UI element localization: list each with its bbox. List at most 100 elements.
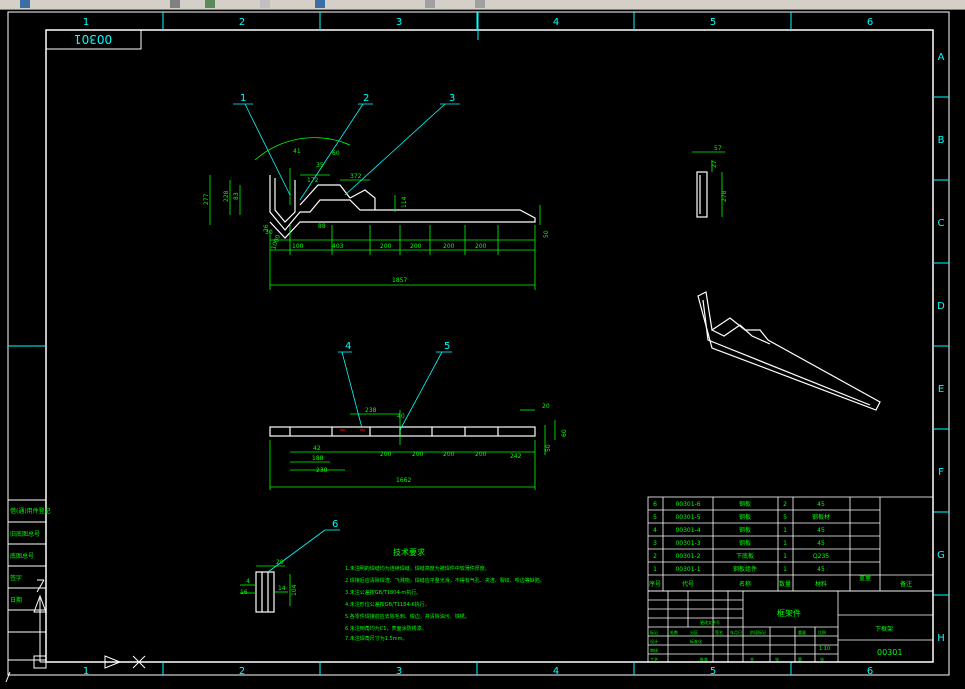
dim-text: 1857: [392, 277, 407, 284]
dim-text: 60: [332, 150, 340, 157]
dim-text: 83: [233, 192, 240, 200]
tb-label: 共: [750, 656, 754, 662]
bom-header-cell: 名称: [739, 580, 751, 588]
bom-header-cell: 材料: [815, 580, 827, 588]
tb-label: 工艺: [650, 657, 658, 662]
dim-text: 26: [263, 224, 270, 232]
bom-cell: 00301-4: [675, 527, 700, 534]
row-label: F: [938, 467, 944, 478]
row-label: G: [937, 550, 945, 561]
bom-cell: 45: [817, 527, 825, 534]
callout-2: 2: [363, 93, 369, 104]
save-icon[interactable]: [20, 0, 30, 8]
col-label: 2: [239, 17, 245, 28]
row-label: H: [937, 633, 945, 644]
bom-cell: 1: [783, 540, 787, 547]
view2-leader-lines: [338, 351, 452, 431]
note-line: 1.未注明的焊缝均为连续焊缝，焊缝高度为被焊件中较薄件厚度。: [345, 565, 490, 572]
bom-cell: 6: [653, 501, 657, 508]
bom-cell: 钢板: [739, 513, 751, 521]
note-line: 3.未注公差按GB/T1804-m执行。: [345, 589, 421, 596]
undo-icon[interactable]: [170, 0, 180, 8]
dim-text: 41: [293, 148, 301, 155]
layer-icon[interactable]: [425, 0, 435, 8]
bom-cell: 00301-6: [675, 501, 700, 508]
bom-cell: 45: [817, 540, 825, 547]
dim-text: 200: [443, 451, 455, 458]
view2-callouts: 4 5: [345, 341, 450, 352]
pan-icon[interactable]: [205, 0, 215, 8]
dim-text: 88: [318, 223, 326, 230]
dim-text: 27: [711, 160, 718, 168]
bom-cell: 3: [653, 540, 657, 547]
tb-label: 审核: [650, 647, 658, 653]
callout-6: 6: [332, 519, 338, 530]
side-view-outline: [696, 171, 708, 218]
drawing-canvas[interactable]: 1 2 3 4 5 6 1 2 3 4 5 6 A B C D E F G H …: [0, 10, 965, 689]
bom-row: 4 00301-4 钢板 1 45: [653, 526, 825, 534]
dim-text: 238: [365, 407, 377, 414]
dim-text: 200: [410, 243, 422, 250]
bom-cell: 钢板: [739, 539, 751, 547]
tb-label: 标准化: [690, 638, 702, 644]
dim-text: 100: [292, 243, 304, 250]
bom-cell: 1: [783, 553, 787, 560]
view1-leader-lines: [233, 103, 460, 201]
dim-text: 42: [313, 445, 321, 452]
col-label: 1: [83, 666, 89, 677]
zone-ticks: [8, 12, 949, 675]
row-label: D: [937, 301, 945, 312]
properties-icon[interactable]: [315, 0, 325, 8]
note-line: 5.各零件焊接前应去除毛刺、锐边，并清除油污、铁锈。: [345, 613, 470, 620]
col-label: 4: [553, 666, 559, 677]
col-label: 2: [239, 666, 245, 677]
bom-cell: 1: [783, 566, 787, 573]
bom-cell: 2: [653, 553, 657, 560]
ucs-icon: [33, 579, 146, 669]
technical-notes: 技术要求 1.未注明的焊缝均为连续焊缝，焊缝高度为被焊件中较薄件厚度。 2.焊接…: [345, 547, 545, 642]
bom-cell: 00301-3: [675, 540, 700, 547]
tb-label: 年月日: [730, 629, 742, 635]
dim-text: 230: [316, 467, 328, 474]
bom-cell: 钢板材: [812, 513, 830, 521]
dim-text: 228: [223, 190, 230, 202]
strip-label: 签字: [10, 574, 22, 582]
col-label: 6: [867, 17, 873, 28]
dim-text: 20: [542, 403, 550, 410]
bom-cell: 4: [653, 527, 657, 534]
bom-row: 6 00301-6 钢板 2 45: [653, 500, 825, 508]
scale-value: 1:10: [819, 646, 830, 652]
company-name: 下框架: [875, 625, 893, 633]
strip-label: 借(通)用件登记: [10, 507, 51, 515]
drawing-code: 00301: [74, 32, 112, 46]
view2-dimension-text: 238 40 20 42 188 230 200 200 200 200 242…: [312, 403, 568, 484]
tb-label: 标记: [650, 629, 658, 635]
tb-label: 签名: [715, 629, 723, 635]
zoom-icon[interactable]: [260, 0, 270, 8]
tb-label: 阶段标记: [750, 629, 766, 635]
section-dimension-text: 20 4 16 14 104: [240, 559, 298, 596]
bom-row: 1 00301-1 钢板组件 1 45: [653, 565, 825, 573]
dim-text: 200: [380, 243, 392, 250]
bom-cell: 钢板组件: [733, 565, 757, 573]
col-label: 5: [710, 17, 716, 28]
row-label: C: [938, 218, 945, 229]
cad-toolbar: [0, 0, 965, 10]
bom-cell: 45: [817, 501, 825, 508]
tb-label: 更改文件号: [700, 619, 720, 625]
dim-text: 1662: [396, 477, 411, 484]
dim-text: 372: [350, 173, 362, 180]
dim-text: 277: [203, 193, 210, 205]
drawing-number: 00301: [877, 648, 902, 657]
strip-label: 旧底图总号: [10, 530, 40, 538]
col-label: 3: [396, 666, 402, 677]
bom-cell: 00301-1: [675, 566, 700, 573]
bom-row: 3 00301-3 钢板 1 45: [653, 539, 825, 547]
dim-text: 403: [332, 243, 344, 250]
bom-header-cell: 备注: [900, 580, 912, 588]
row-label: E: [938, 384, 944, 395]
side-view-dimension-text: 57 27 278: [711, 145, 728, 202]
match-icon[interactable]: [475, 0, 485, 8]
col-label: 1: [83, 17, 89, 28]
row-label: A: [938, 52, 945, 63]
